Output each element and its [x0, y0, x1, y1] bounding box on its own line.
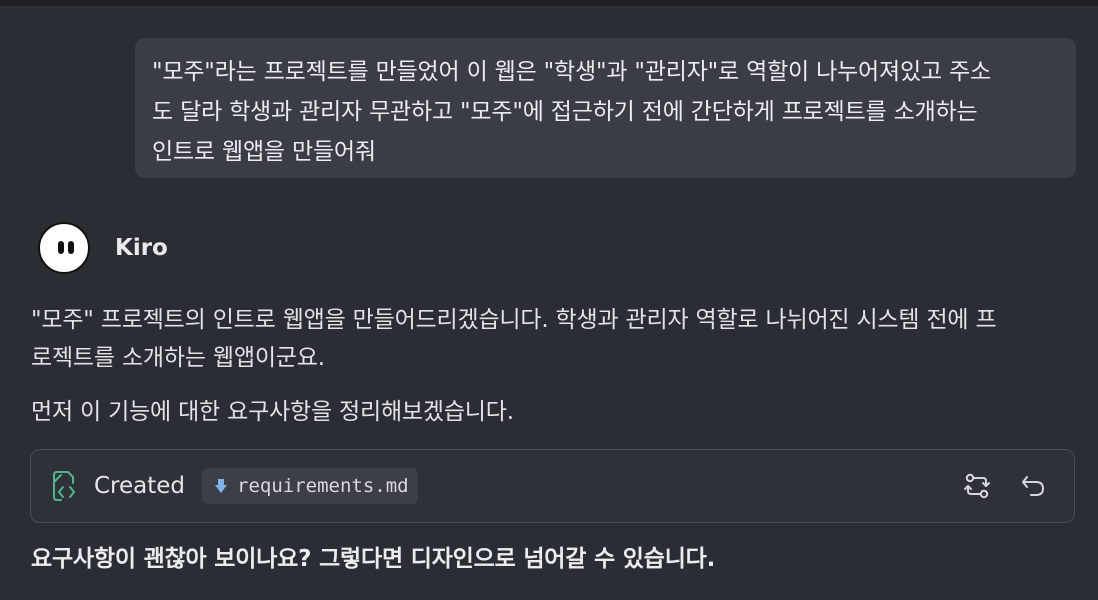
- assistant-paragraph-line: "모주" 프로젝트의 인트로 웹앱을 만들어드리겠습니다. 학생과 관리자 역할…: [31, 307, 997, 333]
- assistant-paragraph-requirements: 먼저 이 기능에 대한 요구사항을 정리해보겠습니다.: [31, 399, 514, 425]
- user-message-line: 인트로 웹앱을 만들어줘: [152, 139, 376, 165]
- avatar-eye-left: [58, 241, 64, 254]
- file-code-icon: [48, 469, 80, 503]
- assistant-question: 요구사항이 괜찮아 보이나요? 그렇다면 디자인으로 넘어갈 수 있습니다.: [31, 546, 716, 572]
- compare-icon[interactable]: [960, 469, 994, 503]
- assistant-paragraph-intro: "모주" 프로젝트의 인트로 웹앱을 만들어드리겠습니다. 학생과 관리자 역할…: [31, 301, 1071, 377]
- download-arrow-icon: [214, 477, 228, 495]
- ghost-face-icon: [38, 222, 90, 274]
- file-card-actions: [938, 450, 1050, 522]
- created-label: Created: [94, 473, 186, 499]
- user-message-line: "모주"라는 프로젝트를 만들었어 이 웹은 "학생"과 "관리자"로 역할이 …: [152, 59, 991, 85]
- assistant-paragraph-line: 로젝트를 소개하는 웹앱이군요.: [31, 345, 325, 371]
- assistant-name: Kiro: [115, 235, 168, 261]
- file-name: requirements.md: [237, 475, 409, 497]
- avatar-eye-right: [68, 241, 74, 254]
- created-file-card: Created requirements.md: [30, 449, 1075, 523]
- top-bar: [0, 0, 1098, 6]
- file-chip-requirements[interactable]: requirements.md: [202, 468, 418, 504]
- user-message-bubble: "모주"라는 프로젝트를 만들었어 이 웹은 "학생"과 "관리자"로 역할이 …: [135, 38, 1076, 178]
- assistant-header: Kiro: [38, 220, 168, 276]
- user-message-line: 도 달라 학생과 관리자 무관하고 "모주"에 접근하기 전에 간단하게 프로젝…: [152, 99, 978, 125]
- undo-icon[interactable]: [1016, 469, 1050, 503]
